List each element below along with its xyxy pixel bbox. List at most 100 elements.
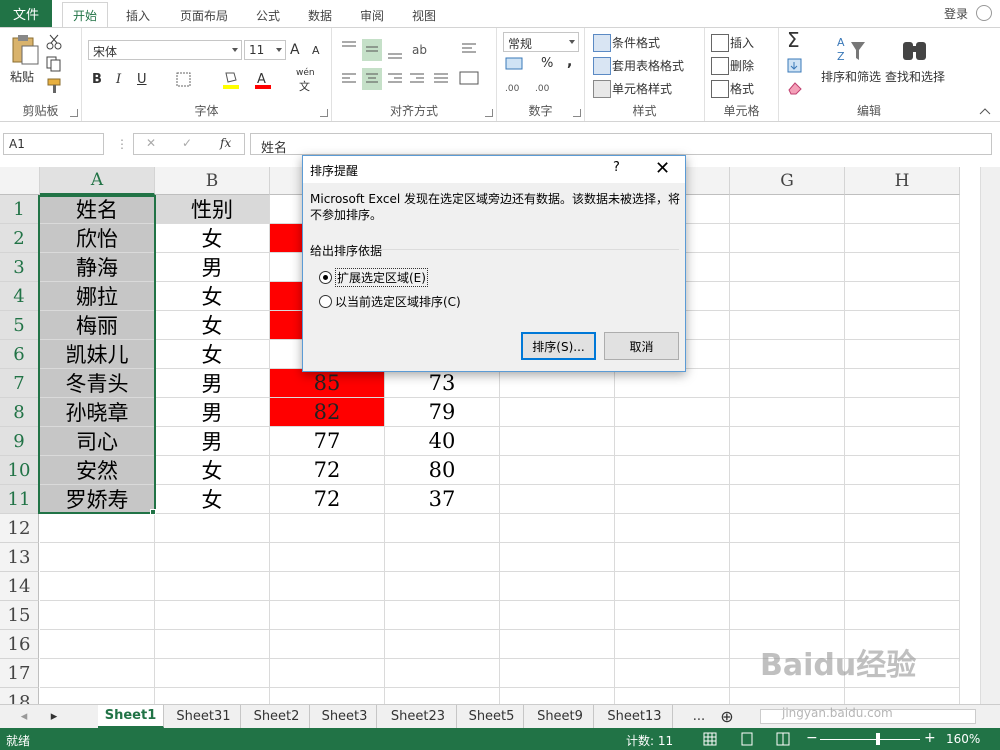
delete-cells-button[interactable]: 删除 — [730, 57, 754, 74]
cut-icon[interactable] — [46, 34, 62, 50]
cell-e18[interactable] — [500, 688, 615, 704]
cell-d18[interactable] — [385, 688, 500, 704]
add-sheet-icon[interactable]: ⊕ — [716, 705, 738, 728]
cell-f11[interactable] — [615, 485, 730, 514]
cell-e13[interactable] — [500, 543, 615, 572]
cell-c11[interactable]: 72 — [270, 485, 385, 514]
cell-d13[interactable] — [385, 543, 500, 572]
cell-h15[interactable] — [845, 601, 960, 630]
cell-b14[interactable] — [155, 572, 270, 601]
expand-selection-option[interactable]: 扩展选定区域(E) — [319, 268, 428, 287]
cell-a7[interactable]: 冬青头 — [40, 369, 155, 398]
cell-g2[interactable] — [730, 224, 845, 253]
row-header-14[interactable]: 14 — [0, 572, 39, 601]
help-icon[interactable]: ? — [613, 160, 620, 175]
grow-font-button[interactable]: A — [290, 42, 300, 58]
column-header-b[interactable]: B — [155, 167, 270, 195]
shrink-font-button[interactable]: A — [312, 44, 320, 57]
cell-f8[interactable] — [615, 398, 730, 427]
underline-button[interactable]: U — [137, 72, 147, 87]
cell-c12[interactable] — [270, 514, 385, 543]
current-selection-option[interactable]: 以当前选定区域排序(C) — [319, 293, 461, 310]
tab-formulas[interactable]: 公式 — [248, 3, 288, 27]
row-header-7[interactable]: 7 — [0, 369, 39, 398]
bold-button[interactable]: B — [92, 72, 102, 87]
current-selection-radio[interactable] — [319, 295, 332, 308]
sheet-tab-sheet5[interactable]: Sheet5 — [460, 705, 524, 728]
cell-f18[interactable] — [615, 688, 730, 704]
cell-a12[interactable] — [40, 514, 155, 543]
cell-c13[interactable] — [270, 543, 385, 572]
cell-b15[interactable] — [155, 601, 270, 630]
sheet-tab-sheet3[interactable]: Sheet3 — [313, 705, 377, 728]
cell-a8[interactable]: 孙晓章 — [40, 398, 155, 427]
cell-h5[interactable] — [845, 311, 960, 340]
cell-e16[interactable] — [500, 630, 615, 659]
cell-d7[interactable]: 73 — [385, 369, 500, 398]
cell-f14[interactable] — [615, 572, 730, 601]
row-header-4[interactable]: 4 — [0, 282, 39, 311]
cell-g5[interactable] — [730, 311, 845, 340]
conditional-format-button[interactable]: 条件格式 — [612, 34, 660, 51]
more-sheets-button[interactable]: ... — [686, 705, 712, 728]
zoom-level[interactable]: 160% — [946, 732, 980, 746]
tab-view[interactable]: 视图 — [404, 3, 444, 27]
cell-c8[interactable]: 82 — [270, 398, 385, 427]
cell-e11[interactable] — [500, 485, 615, 514]
cell-d11[interactable]: 37 — [385, 485, 500, 514]
sheet-scroll-left-icon[interactable]: ◂ — [14, 705, 34, 728]
paste-button[interactable]: 粘贴 — [10, 68, 34, 85]
cancel-formula-button[interactable]: ✕ — [146, 136, 156, 150]
row-header-12[interactable]: 12 — [0, 514, 39, 543]
cell-h13[interactable] — [845, 543, 960, 572]
tab-page-layout[interactable]: 页面布局 — [172, 3, 236, 27]
cell-a17[interactable] — [40, 659, 155, 688]
cell-g9[interactable] — [730, 427, 845, 456]
cell-f16[interactable] — [615, 630, 730, 659]
cell-g7[interactable] — [730, 369, 845, 398]
cell-b5[interactable]: 女 — [155, 311, 270, 340]
cell-b7[interactable]: 男 — [155, 369, 270, 398]
cell-d9[interactable]: 40 — [385, 427, 500, 456]
cell-b9[interactable]: 男 — [155, 427, 270, 456]
cell-f17[interactable] — [615, 659, 730, 688]
cell-f9[interactable] — [615, 427, 730, 456]
select-all-corner[interactable] — [0, 167, 40, 195]
row-header-3[interactable]: 3 — [0, 253, 39, 282]
row-header-17[interactable]: 17 — [0, 659, 39, 688]
cell-g13[interactable] — [730, 543, 845, 572]
sort-filter-button[interactable]: 排序和筛选 — [821, 68, 881, 85]
row-header-9[interactable]: 9 — [0, 427, 39, 456]
cell-b2[interactable]: 女 — [155, 224, 270, 253]
font-launcher-icon[interactable] — [320, 109, 328, 117]
cell-g6[interactable] — [730, 340, 845, 369]
cell-g10[interactable] — [730, 456, 845, 485]
cell-g3[interactable] — [730, 253, 845, 282]
cell-b1[interactable]: 性别 — [155, 195, 270, 224]
cell-a14[interactable] — [40, 572, 155, 601]
cell-d16[interactable] — [385, 630, 500, 659]
decimal-icons[interactable]: .00 .00 — [505, 78, 565, 96]
cell-g18[interactable] — [730, 688, 845, 704]
user-icon[interactable] — [976, 5, 992, 21]
login-link[interactable]: 登录 — [944, 5, 968, 22]
row-header-16[interactable]: 16 — [0, 630, 39, 659]
row-header-10[interactable]: 10 — [0, 456, 39, 485]
cell-a15[interactable] — [40, 601, 155, 630]
cell-b12[interactable] — [155, 514, 270, 543]
sheet-tab-sheet23[interactable]: Sheet23 — [380, 705, 457, 728]
cell-a13[interactable] — [40, 543, 155, 572]
column-header-h[interactable]: H — [845, 167, 960, 195]
sort-filter-icon[interactable]: A Z — [835, 34, 867, 66]
cell-a4[interactable]: 娜拉 — [40, 282, 155, 311]
cell-a5[interactable]: 梅丽 — [40, 311, 155, 340]
row-header-2[interactable]: 2 — [0, 224, 39, 253]
normal-view-icon[interactable] — [703, 732, 717, 746]
column-header-a[interactable]: A — [40, 167, 155, 195]
cell-g14[interactable] — [730, 572, 845, 601]
cell-a9[interactable]: 司心 — [40, 427, 155, 456]
sheet-tab-sheet13[interactable]: Sheet13 — [597, 705, 673, 728]
cell-h2[interactable] — [845, 224, 960, 253]
cell-c16[interactable] — [270, 630, 385, 659]
phonetic-button[interactable]: wén — [296, 68, 315, 78]
